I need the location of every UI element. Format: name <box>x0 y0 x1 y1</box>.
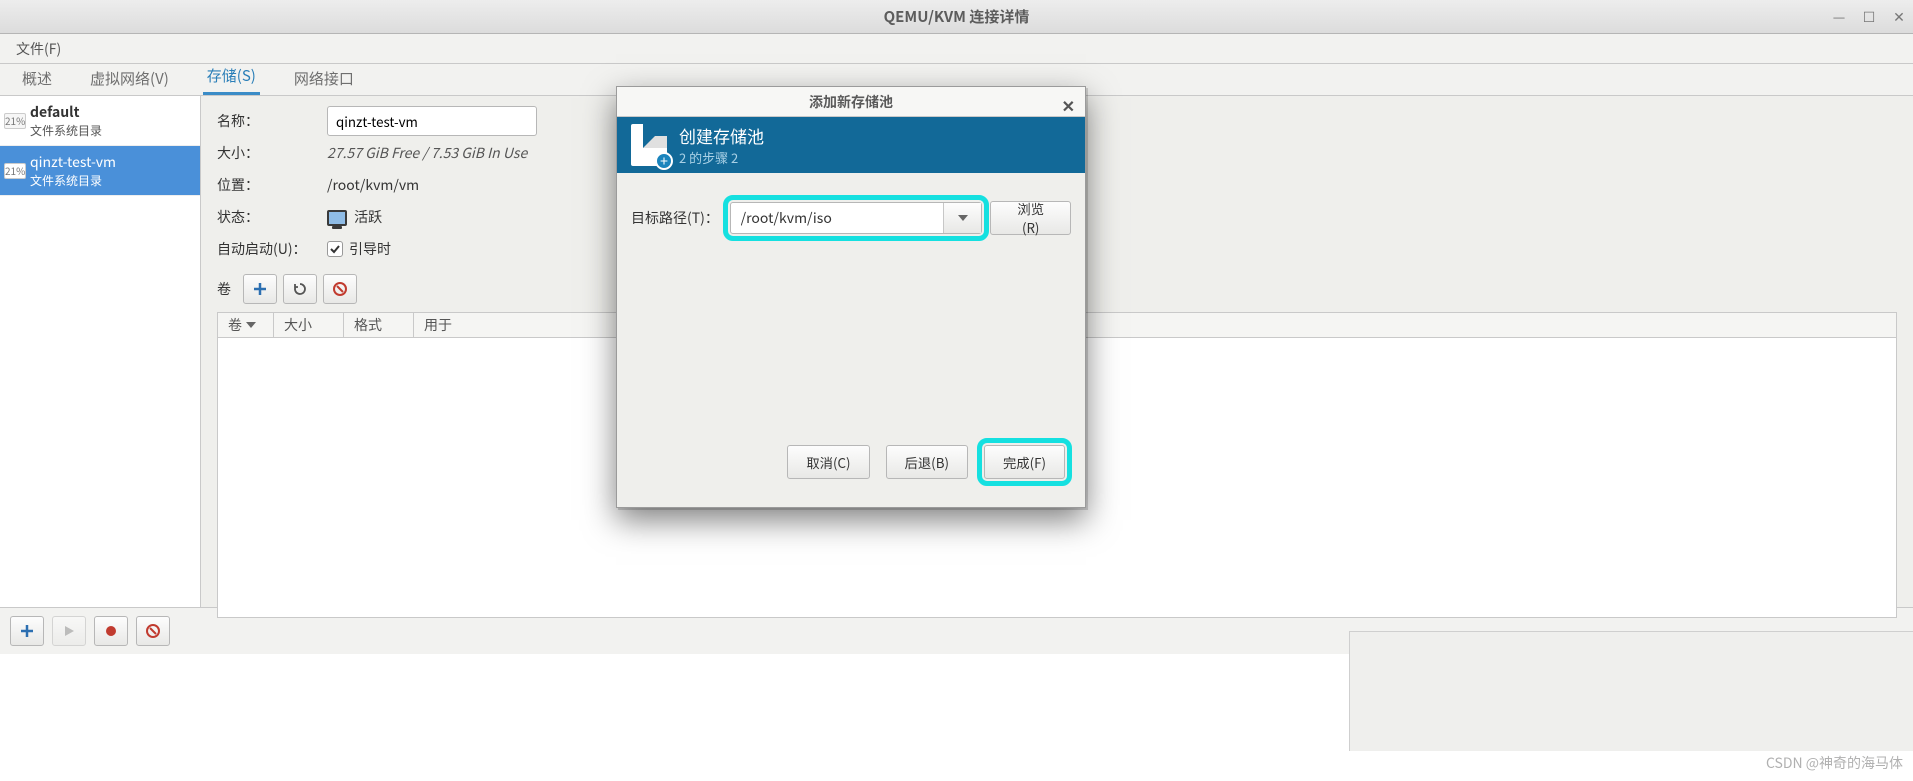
refresh-icon <box>293 282 307 296</box>
background-panel <box>1349 631 1913 751</box>
tab-network-interface[interactable]: 网络接口 <box>290 62 358 95</box>
dialog-body: 目标路径(T)： 浏览(R) 取消(C) 后退(B) 完成(F) <box>617 173 1085 507</box>
label-state: 状态： <box>217 207 327 227</box>
add-pool-button[interactable] <box>10 616 44 646</box>
target-path-dropdown[interactable] <box>943 203 981 233</box>
window-controls: — ☐ ✕ <box>1831 0 1907 34</box>
titlebar: QEMU/KVM 连接详情 — ☐ ✕ <box>0 0 1913 34</box>
th-format[interactable]: 格式 <box>344 313 414 337</box>
tab-overview[interactable]: 概述 <box>18 62 56 95</box>
pool-type: 文件系统目录 <box>30 122 102 139</box>
value-location: /root/kvm/vm <box>327 175 419 195</box>
minimize-button[interactable]: — <box>1831 7 1847 27</box>
dialog-banner: + 创建存储池 2 的步骤 2 <box>617 117 1085 173</box>
label-autostart: 自动启动(U)： <box>217 239 327 259</box>
value-state: 活跃 <box>327 207 382 227</box>
document-plus-icon: + <box>631 124 667 166</box>
finish-button[interactable]: 完成(F) <box>984 445 1065 479</box>
add-volume-button[interactable] <box>243 274 277 304</box>
th-size[interactable]: 大小 <box>274 313 344 337</box>
maximize-button[interactable]: ☐ <box>1861 7 1877 27</box>
back-button[interactable]: 后退(B) <box>886 445 968 479</box>
stop-icon <box>104 624 118 638</box>
plus-icon <box>20 624 34 638</box>
delete-icon <box>146 624 160 638</box>
target-path-combo[interactable] <box>730 202 983 234</box>
refresh-volume-button[interactable] <box>283 274 317 304</box>
storage-pool-item-qinzt-test-vm[interactable]: 21% qinzt-test-vm 文件系统目录 <box>0 146 200 196</box>
menu-file[interactable]: 文件(F) <box>10 35 67 63</box>
label-name: 名称： <box>217 111 327 131</box>
pool-name: qinzt-test-vm <box>30 152 116 172</box>
usage-percent: 21% <box>4 163 26 179</box>
th-vol[interactable]: 卷 <box>218 313 274 337</box>
cancel-button[interactable]: 取消(C) <box>787 445 869 479</box>
watermark: CSDN @神奇的海马体 <box>1766 753 1903 773</box>
label-location: 位置： <box>217 175 327 195</box>
pool-type: 文件系统目录 <box>30 172 116 189</box>
tab-storage[interactable]: 存储(S) <box>203 59 260 95</box>
delete-icon <box>333 282 347 296</box>
add-storage-pool-dialog: 添加新存储池 ✕ + 创建存储池 2 的步骤 2 目标路径(T)： 浏览(R) … <box>616 86 1086 508</box>
input-name[interactable] <box>327 106 537 136</box>
sort-icon <box>246 322 256 328</box>
dialog-title: 添加新存储池 <box>809 92 893 112</box>
monitor-icon <box>327 210 347 226</box>
close-button[interactable]: ✕ <box>1891 7 1907 27</box>
value-autostart: 引导时 <box>327 239 391 259</box>
delete-volume-button[interactable] <box>323 274 357 304</box>
usage-percent: 21% <box>4 113 26 129</box>
dialog-buttons: 取消(C) 后退(B) 完成(F) <box>631 445 1071 493</box>
storage-pool-item-default[interactable]: 21% default 文件系统目录 <box>0 96 200 146</box>
autostart-checkbox[interactable] <box>327 241 343 257</box>
pool-name: default <box>30 102 102 122</box>
delete-pool-button[interactable] <box>136 616 170 646</box>
plus-icon <box>253 282 267 296</box>
storage-pool-sidebar: 21% default 文件系统目录 21% qinzt-test-vm 文件系… <box>0 96 201 607</box>
window-title: QEMU/KVM 连接详情 <box>0 6 1913 27</box>
banner-subtitle: 2 的步骤 2 <box>679 148 764 167</box>
value-size: 27.57 GiB Free / 7.53 GiB In Use <box>327 143 527 163</box>
menubar: 文件(F) <box>0 34 1913 64</box>
target-path-input[interactable] <box>731 203 944 233</box>
dialog-titlebar: 添加新存储池 ✕ <box>617 87 1085 117</box>
tab-virtual-network[interactable]: 虚拟网络(V) <box>86 62 173 95</box>
browse-button[interactable]: 浏览(R) <box>990 201 1071 235</box>
chevron-down-icon <box>958 215 968 221</box>
dialog-close-button[interactable]: ✕ <box>1062 93 1075 117</box>
start-pool-button[interactable] <box>52 616 86 646</box>
label-target-path: 目标路径(T)： <box>631 208 722 228</box>
banner-title: 创建存储池 <box>679 123 764 148</box>
stop-pool-button[interactable] <box>94 616 128 646</box>
play-icon <box>63 625 75 637</box>
label-size: 大小： <box>217 143 327 163</box>
label-volumes: 卷 <box>217 279 231 299</box>
